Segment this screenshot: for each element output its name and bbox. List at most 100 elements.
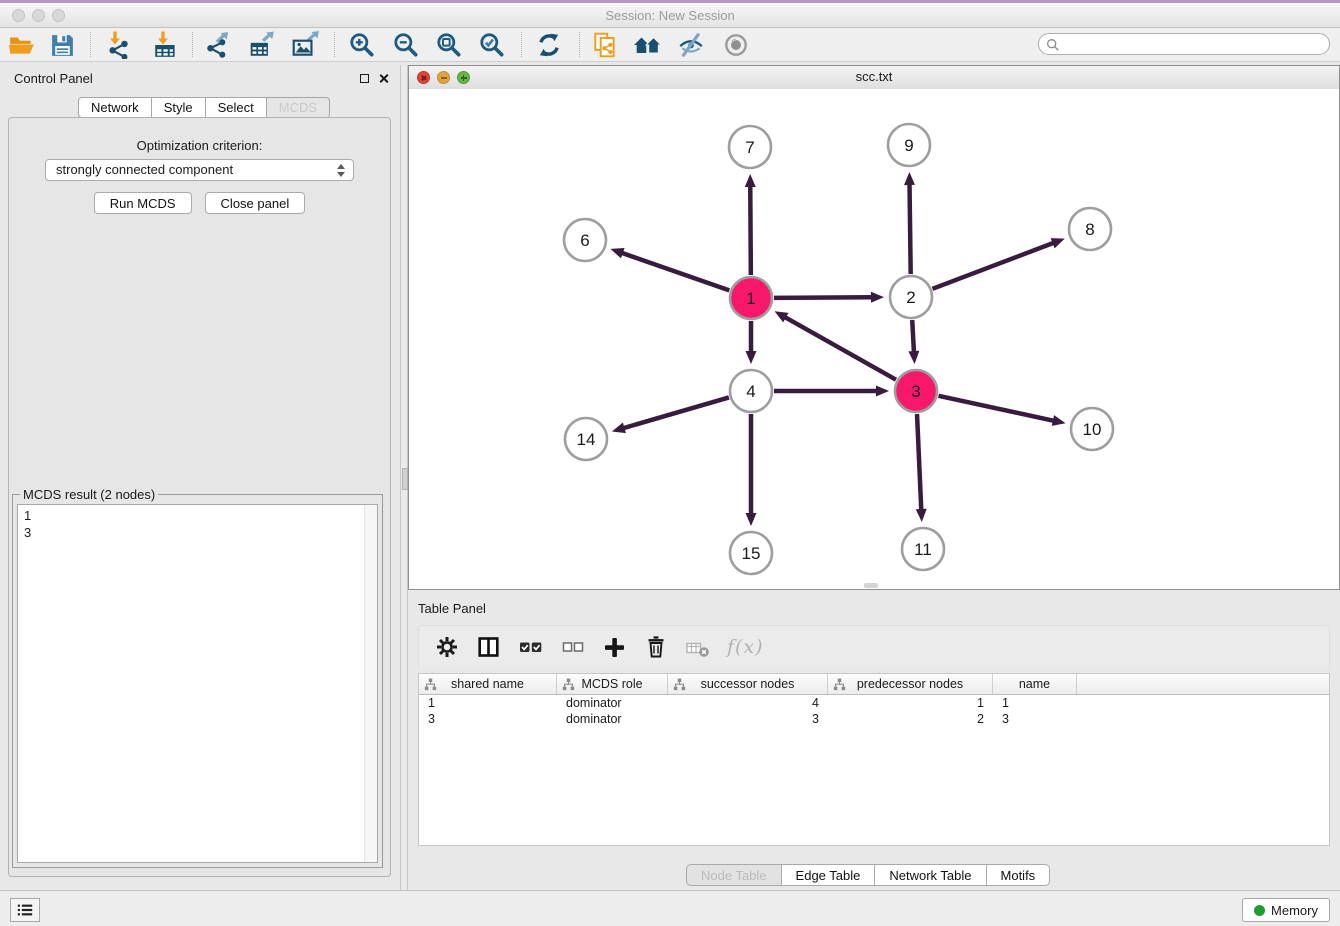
column-header-name[interactable]: name [993, 674, 1077, 694]
optimization-criterion-dropdown[interactable]: strongly connected component [45, 159, 354, 181]
table-settings-button[interactable] [435, 634, 459, 660]
home-layout-button[interactable] [631, 30, 665, 60]
minimize-network-icon[interactable] [437, 71, 450, 84]
create-column-button[interactable] [602, 635, 627, 660]
graph-edge-3-10[interactable] [938, 396, 1065, 426]
node-label: 11 [914, 540, 932, 559]
graph-node-8[interactable]: 8 [1069, 208, 1111, 250]
import-table-button[interactable] [149, 30, 183, 60]
refresh-view-button[interactable] [532, 30, 566, 60]
export-image-button[interactable] [288, 30, 322, 60]
graph-edge-3-1[interactable] [775, 311, 896, 379]
cell-predecessor-nodes[interactable]: 1 [828, 696, 993, 710]
graph-edge-1-7[interactable] [745, 174, 756, 275]
task-history-button[interactable] [10, 898, 40, 922]
graph-node-11[interactable]: 11 [902, 528, 944, 570]
tab-style[interactable]: Style [152, 97, 206, 118]
tab-network[interactable]: Network [78, 97, 152, 118]
cell-name[interactable]: 3 [993, 712, 1077, 726]
table-row[interactable]: 1dominator411 [419, 695, 1329, 711]
deselect-all-columns-button[interactable] [561, 635, 585, 659]
graph-node-7[interactable]: 7 [729, 126, 771, 168]
network-canvas[interactable]: 7 9 6 8 1 2 4 3 14 10 15 11 [409, 89, 1339, 589]
zoom-out-button[interactable] [389, 30, 423, 60]
node-table[interactable]: shared nameMCDS rolesuccessor nodesprede… [418, 673, 1330, 846]
cell-successor-nodes[interactable]: 3 [668, 712, 828, 726]
open-session-button[interactable] [5, 30, 39, 60]
tab-edge-table[interactable]: Edge Table [782, 864, 876, 886]
toolbar-separator [192, 32, 193, 57]
float-panel-icon[interactable] [360, 74, 369, 83]
import-table-icon [152, 31, 180, 59]
graph-edge-4-3[interactable] [774, 386, 889, 397]
node-label: 15 [742, 544, 761, 563]
hide-graphics-button[interactable] [674, 30, 708, 60]
maximize-network-icon[interactable] [457, 71, 470, 84]
select-all-columns-button[interactable] [518, 635, 544, 659]
graph-edge-3-11[interactable] [916, 414, 927, 522]
graph-node-10[interactable]: 10 [1071, 408, 1113, 450]
tab-mcds[interactable]: MCDS [267, 97, 330, 118]
show-columns-button[interactable] [476, 635, 501, 659]
export-network-button[interactable] [201, 30, 235, 60]
graph-edge-4-14[interactable] [612, 397, 729, 433]
delete-column-button[interactable] [644, 634, 668, 660]
column-flag-icon [673, 678, 686, 694]
graph-edge-2-9[interactable] [904, 172, 915, 274]
memory-status-icon [1254, 905, 1265, 916]
graph-node-3[interactable]: 3 [895, 370, 937, 412]
cell-name[interactable]: 1 [993, 696, 1077, 710]
zoom-selected-button[interactable] [475, 30, 509, 60]
tab-select[interactable]: Select [206, 97, 267, 118]
panel-divider[interactable] [400, 65, 408, 890]
clone-network-button[interactable] [588, 30, 622, 60]
close-panel-icon[interactable] [378, 73, 389, 84]
graph-node-1[interactable]: 1 [730, 277, 772, 319]
zoom-in-button[interactable] [345, 30, 379, 60]
column-header-shared-name[interactable]: shared name [419, 674, 557, 694]
graph-node-2[interactable]: 2 [890, 276, 932, 318]
cell-mcds-role[interactable]: dominator [557, 696, 668, 710]
show-graphics-button[interactable] [719, 30, 753, 60]
cell-mcds-role[interactable]: dominator [557, 712, 668, 726]
homes-icon [633, 31, 663, 59]
canvas-scrollbar-thumb[interactable] [864, 583, 878, 588]
run-mcds-button[interactable]: Run MCDS [94, 192, 192, 214]
save-session-button[interactable] [45, 30, 79, 60]
tab-node-table[interactable]: Node Table [686, 864, 782, 886]
graph-edge-1-4[interactable] [746, 321, 757, 364]
column-header-successor-nodes[interactable]: successor nodes [668, 674, 828, 694]
export-table-button[interactable] [245, 30, 279, 60]
column-header-mcds-role[interactable]: MCDS role [557, 674, 668, 694]
cell-predecessor-nodes[interactable]: 2 [828, 712, 993, 726]
graph-node-15[interactable]: 15 [730, 532, 772, 574]
graph-edge-2-8[interactable] [933, 238, 1065, 289]
graph-node-9[interactable]: 9 [888, 124, 930, 166]
memory-button[interactable]: Memory [1242, 898, 1330, 922]
import-network-button[interactable] [101, 30, 135, 60]
cell-shared-name[interactable]: 3 [419, 712, 557, 726]
graph-edge-2-3[interactable] [908, 320, 919, 364]
table-row[interactable]: 3dominator323 [419, 711, 1329, 727]
graph-edge-1-2[interactable] [774, 292, 884, 303]
close-panel-button[interactable]: Close panel [205, 192, 306, 214]
graph-edge-4-15[interactable] [746, 414, 757, 526]
graph-node-4[interactable]: 4 [730, 370, 772, 412]
network-graph[interactable]: 7 9 6 8 1 2 4 3 14 10 15 11 [409, 89, 1339, 589]
column-header-predecessor-nodes[interactable]: predecessor nodes [828, 674, 993, 694]
result-scrollbar[interactable] [364, 505, 377, 862]
cell-shared-name[interactable]: 1 [419, 696, 557, 710]
close-network-icon[interactable] [417, 71, 430, 84]
divider-grip[interactable] [402, 468, 408, 490]
zoom-fit-button[interactable] [432, 30, 466, 60]
search-input[interactable] [1065, 35, 1321, 55]
tab-motifs[interactable]: Motifs [987, 864, 1051, 886]
graph-node-6[interactable]: 6 [564, 219, 606, 261]
graph-node-14[interactable]: 14 [565, 418, 607, 460]
network-window-titlebar[interactable]: scc.txt [409, 66, 1339, 90]
toolbar-search-box[interactable] [1038, 33, 1330, 55]
tab-network-table[interactable]: Network Table [875, 864, 986, 886]
mcds-result-list[interactable]: 13 [17, 504, 378, 863]
cell-successor-nodes[interactable]: 4 [668, 696, 828, 710]
graph-edge-1-6[interactable] [610, 248, 729, 290]
